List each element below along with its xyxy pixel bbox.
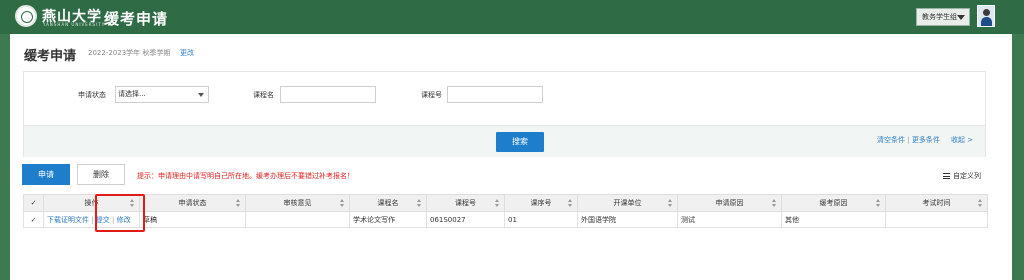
course-name-label: 课程名: [253, 91, 274, 99]
table-row[interactable]: ✓ 下载证明文件 | 提交 | 修改 草稿 学术论文写作 061S0027 01…: [23, 211, 988, 228]
column-header-label: 申请原因: [715, 199, 744, 207]
search-button[interactable]: 搜索: [496, 132, 544, 152]
column-header[interactable]: 开课单位: [577, 194, 678, 212]
column-header[interactable]: 课程号: [426, 194, 505, 212]
current-term: 2022-2023学年 秋季学期: [88, 49, 171, 57]
exam-time-cell: [885, 211, 988, 228]
status-label: 申请状态: [78, 91, 106, 99]
column-header[interactable]: 考试时间: [885, 194, 988, 212]
delete-button[interactable]: 删除: [77, 164, 125, 185]
column-header-label: 缓考原因: [819, 199, 848, 207]
user-role-dropdown[interactable]: 教务学生组: [916, 8, 970, 26]
column-header[interactable]: 申请原因: [677, 194, 782, 212]
course-no-input[interactable]: [447, 86, 543, 103]
application-table: ✓ 操作 申请状态 审核意见 课程名 课程号 课序号 开课单位 申请原因 缓考原…: [23, 194, 988, 228]
column-header[interactable]: 课程名: [349, 194, 427, 212]
row-checkbox[interactable]: ✓: [23, 211, 44, 228]
column-header[interactable]: 申请状态: [139, 194, 246, 212]
sort-icon[interactable]: [417, 199, 422, 208]
column-header-label: 课程名: [377, 199, 399, 207]
columns-icon: [943, 173, 950, 179]
department-cell: 外国语学院: [577, 211, 678, 228]
search-footer: 搜索 清空条件 | 更多条件 收起 >: [24, 125, 985, 157]
column-header-label: 开课单位: [613, 199, 642, 207]
avatar[interactable]: [977, 5, 995, 27]
user-role-label: 教务学生组: [922, 13, 957, 21]
sort-icon[interactable]: [340, 199, 345, 208]
collapse-link[interactable]: 收起 >: [951, 136, 973, 144]
column-header-label: 课序号: [530, 199, 552, 207]
search-options: 清空条件 | 更多条件 收起 >: [877, 135, 973, 145]
custom-columns-button[interactable]: 自定义列: [943, 171, 981, 181]
apply-button[interactable]: 申请: [22, 164, 70, 185]
course-name-cell: 学术论文写作: [349, 211, 427, 228]
clear-conditions-link[interactable]: 清空条件: [877, 136, 905, 144]
table-header-row: ✓ 操作 申请状态 审核意见 课程名 课程号 课序号 开课单位 申请原因 缓考原…: [23, 194, 988, 212]
course-no-label: 课程号: [421, 91, 442, 99]
course-name-input[interactable]: [280, 86, 376, 103]
change-term-link[interactable]: 更改: [180, 48, 194, 58]
page-title: 缓考申请: [24, 49, 77, 64]
sort-icon[interactable]: [495, 199, 500, 208]
status-select[interactable]: 请选择...: [115, 86, 209, 103]
search-panel: 申请状态 请选择... 课程名 课程号 搜索 清空条件 | 更多条件 收起 >: [23, 71, 986, 157]
sort-icon[interactable]: [568, 199, 573, 208]
app-title: 缓考申请: [104, 10, 169, 28]
top-bar: 燕山大学 YANSHAN UNIVERSITY 缓考申请 教务学生组: [0, 0, 1024, 34]
column-header-label: 申请状态: [178, 199, 207, 207]
sort-icon[interactable]: [978, 199, 983, 208]
column-header-label: 考试时间: [922, 199, 951, 207]
review-cell: [245, 211, 350, 228]
annotation-highlight-box: [95, 194, 145, 232]
custom-columns-label: 自定义列: [953, 172, 981, 180]
hint-text: 提示：申请理由中请写明自己所在地。缓考办理后不要错过补考报名！: [137, 172, 354, 180]
status-cell: 草稿: [139, 211, 246, 228]
download-proof-link[interactable]: 下载证明文件: [47, 216, 89, 224]
sort-icon[interactable]: [876, 199, 881, 208]
select-all-checkbox[interactable]: ✓: [23, 194, 44, 212]
chevron-down-icon: [198, 93, 204, 97]
more-conditions-link[interactable]: 更多条件: [912, 136, 940, 144]
column-header-label: 审核意见: [283, 199, 312, 207]
sort-icon[interactable]: [668, 199, 673, 208]
university-seal-icon: [15, 5, 37, 27]
course-no-cell: 061S0027: [426, 211, 505, 228]
status-select-value: 请选择...: [118, 90, 146, 98]
sort-icon[interactable]: [236, 199, 241, 208]
section-no-cell: 01: [504, 211, 578, 228]
column-header-label: 课程号: [455, 199, 476, 207]
university-logo-english: YANSHAN UNIVERSITY: [43, 22, 106, 27]
main-panel: 缓考申请 2022-2023学年 秋季学期 更改 申请状态 请选择... 课程名…: [10, 34, 1012, 280]
apply-reason-cell: 测试: [677, 211, 782, 228]
column-header[interactable]: 课序号: [504, 194, 578, 212]
column-header[interactable]: 审核意见: [245, 194, 350, 212]
column-header[interactable]: 缓考原因: [781, 194, 886, 212]
separator: [942, 136, 949, 144]
sort-icon[interactable]: [772, 199, 777, 208]
chevron-down-icon: [957, 15, 965, 20]
defer-reason-cell: 其他: [781, 211, 886, 228]
